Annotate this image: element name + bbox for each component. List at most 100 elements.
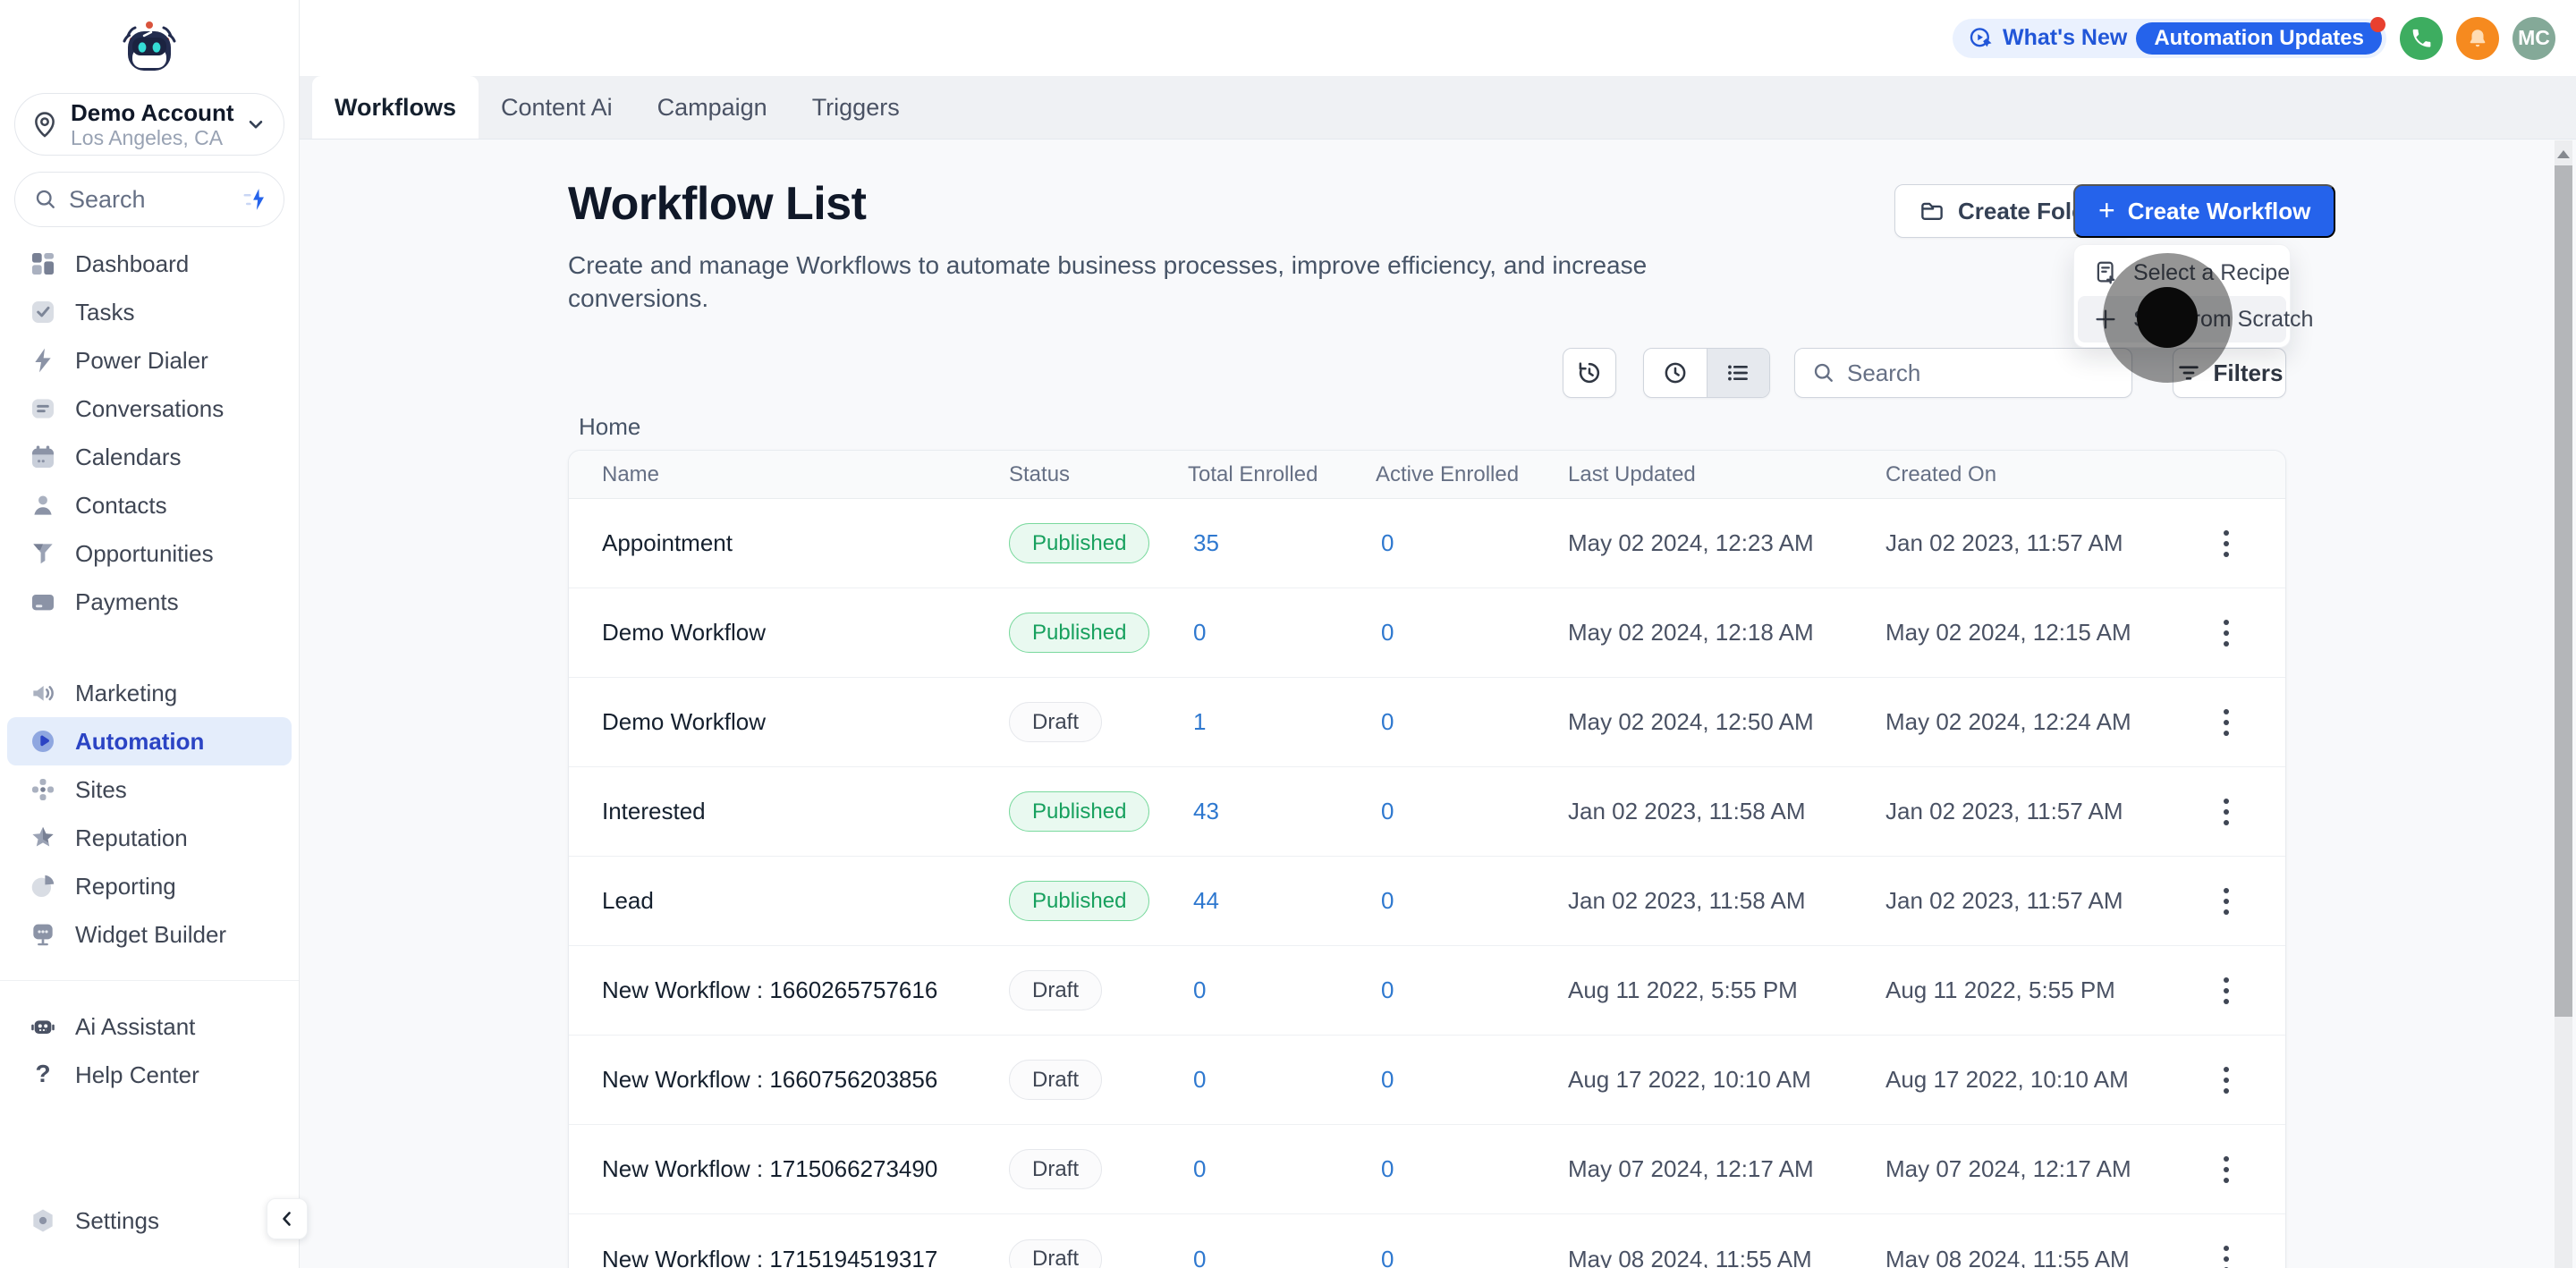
- dropdown-item-start-from-scratch[interactable]: Start from Scratch: [2078, 296, 2286, 342]
- account-selector[interactable]: Demo Account Los Angeles, CA: [14, 93, 284, 156]
- app-logo[interactable]: [0, 16, 299, 80]
- total-enrolled-link[interactable]: 0: [1188, 1066, 1376, 1094]
- active-enrolled-link[interactable]: 0: [1376, 619, 1568, 647]
- sidebar-item-conversations[interactable]: Conversations: [7, 385, 292, 433]
- last-updated-value: May 08 2024, 11:55 AM: [1568, 1246, 1885, 1268]
- dropdown-item-select-a-recipe[interactable]: Select a Recipe: [2078, 249, 2286, 296]
- sidebar-item-opportunities[interactable]: Opportunities: [7, 529, 292, 578]
- table-row[interactable]: Demo Workflow Published 0 0 May 02 2024,…: [569, 588, 2285, 678]
- scrollbar-thumb[interactable]: [2555, 165, 2572, 1017]
- tab-triggers[interactable]: Triggers: [790, 76, 922, 139]
- sidebar-item-sites[interactable]: Sites: [7, 765, 292, 814]
- table-row[interactable]: New Workflow : 1715194519317 Draft 0 0 M…: [569, 1214, 2285, 1268]
- whats-new-button[interactable]: What's New Automation Updates: [1953, 19, 2386, 58]
- execution-logs-button[interactable]: [1563, 348, 1616, 398]
- table-row[interactable]: New Workflow : 1715066273490 Draft 0 0 M…: [569, 1125, 2285, 1214]
- total-enrolled-link[interactable]: 0: [1188, 619, 1376, 647]
- chevron-down-icon: [244, 113, 267, 136]
- total-enrolled-link[interactable]: 35: [1188, 529, 1376, 557]
- sidebar-collapse-button[interactable]: [267, 1198, 308, 1239]
- active-enrolled-link[interactable]: 0: [1376, 529, 1568, 557]
- row-menu-button[interactable]: [2215, 700, 2238, 745]
- row-menu-button[interactable]: [2215, 521, 2238, 566]
- workflow-name[interactable]: New Workflow : 1660756203856: [602, 1066, 1009, 1094]
- row-menu-button[interactable]: [2215, 879, 2238, 924]
- sidebar-search-input[interactable]: [69, 186, 241, 214]
- table-row[interactable]: Interested Published 43 0 Jan 02 2023, 1…: [569, 767, 2285, 857]
- create-workflow-button[interactable]: + Create Workflow: [2073, 184, 2335, 238]
- sidebar-item-marketing[interactable]: Marketing: [7, 669, 292, 717]
- page-scrollbar[interactable]: [2555, 140, 2572, 1268]
- active-enrolled-link[interactable]: 0: [1376, 1155, 1568, 1183]
- sidebar-item-tasks[interactable]: Tasks: [7, 288, 292, 336]
- table-row[interactable]: Lead Published 44 0 Jan 02 2023, 11:58 A…: [569, 857, 2285, 946]
- row-menu-button[interactable]: [2215, 1237, 2238, 1268]
- user-avatar[interactable]: MC: [2512, 17, 2555, 60]
- workflow-name[interactable]: Demo Workflow: [602, 708, 1009, 736]
- workflow-name[interactable]: Demo Workflow: [602, 619, 1009, 647]
- tab-content-ai[interactable]: Content Ai: [479, 76, 635, 139]
- created-on-value: Aug 11 2022, 5:55 PM: [1885, 976, 2194, 1004]
- row-menu-button[interactable]: [2215, 1058, 2238, 1103]
- view-toggle-list[interactable]: [1707, 349, 1770, 397]
- total-enrolled-link[interactable]: 1: [1188, 708, 1376, 736]
- sidebar-item-reputation[interactable]: Reputation: [7, 814, 292, 862]
- workflow-name[interactable]: Appointment: [602, 529, 1009, 557]
- table-row[interactable]: New Workflow : 1660265757616 Draft 0 0 A…: [569, 946, 2285, 1036]
- workflow-name[interactable]: New Workflow : 1660265757616: [602, 976, 1009, 1004]
- total-enrolled-link[interactable]: 44: [1188, 887, 1376, 915]
- notifications-button[interactable]: [2456, 17, 2499, 60]
- view-toggle-history[interactable]: [1644, 349, 1707, 397]
- table-row[interactable]: Demo Workflow Draft 1 0 May 02 2024, 12:…: [569, 678, 2285, 767]
- workflow-name[interactable]: Interested: [602, 798, 1009, 825]
- total-enrolled-link[interactable]: 43: [1188, 798, 1376, 825]
- row-menu-button[interactable]: [2215, 1147, 2238, 1192]
- breadcrumb[interactable]: Home: [579, 413, 640, 441]
- sidebar-item-widget-builder[interactable]: Widget Builder: [7, 910, 292, 959]
- sidebar-item-dashboard[interactable]: Dashboard: [7, 240, 292, 288]
- workflow-search-input[interactable]: [1847, 359, 2115, 387]
- sidebar-item-ai-assistant[interactable]: Ai Assistant: [7, 1002, 292, 1051]
- active-enrolled-link[interactable]: 0: [1376, 976, 1568, 1004]
- table-row[interactable]: New Workflow : 1660756203856 Draft 0 0 A…: [569, 1036, 2285, 1125]
- sidebar-item-calendars[interactable]: Calendars: [7, 433, 292, 481]
- total-enrolled-link[interactable]: 0: [1188, 1246, 1376, 1268]
- active-enrolled-link[interactable]: 0: [1376, 887, 1568, 915]
- sidebar-item-help-center[interactable]: Help Center: [7, 1051, 292, 1099]
- sidebar-item-icon: [29, 588, 57, 616]
- sidebar-item-icon: [29, 394, 57, 423]
- active-enrolled-link[interactable]: 0: [1376, 798, 1568, 825]
- sidebar-item-label: Opportunities: [75, 540, 214, 568]
- column-header-name: Name: [602, 462, 1009, 487]
- active-enrolled-link[interactable]: 0: [1376, 1066, 1568, 1094]
- active-enrolled-link[interactable]: 0: [1376, 1246, 1568, 1268]
- sidebar-item-power-dialer[interactable]: Power Dialer: [7, 336, 292, 385]
- workflow-name[interactable]: Lead: [602, 887, 1009, 915]
- workflow-search[interactable]: [1794, 348, 2132, 398]
- table-row[interactable]: Appointment Published 35 0 May 02 2024, …: [569, 499, 2285, 588]
- sidebar-item-contacts[interactable]: Contacts: [7, 481, 292, 529]
- total-enrolled-link[interactable]: 0: [1188, 1155, 1376, 1183]
- filters-button[interactable]: Filters: [2173, 348, 2286, 398]
- sidebar-search[interactable]: [14, 172, 284, 227]
- status-badge: Published: [1009, 523, 1149, 563]
- workflow-table: Name Status Total Enrolled Active Enroll…: [568, 450, 2286, 1268]
- created-on-value: May 07 2024, 12:17 AM: [1885, 1155, 2194, 1183]
- create-workflow-label: Create Workflow: [2128, 198, 2311, 225]
- row-menu-button[interactable]: [2215, 611, 2238, 655]
- sidebar-item-settings[interactable]: Settings: [7, 1196, 292, 1245]
- active-enrolled-link[interactable]: 0: [1376, 708, 1568, 736]
- sidebar-item-payments[interactable]: Payments: [7, 578, 292, 626]
- automation-updates-badge[interactable]: Automation Updates: [2136, 22, 2382, 55]
- phone-button[interactable]: [2400, 17, 2443, 60]
- row-menu-button[interactable]: [2215, 968, 2238, 1013]
- tab-campaign[interactable]: Campaign: [635, 76, 790, 139]
- workflow-name[interactable]: New Workflow : 1715066273490: [602, 1155, 1009, 1183]
- total-enrolled-link[interactable]: 0: [1188, 976, 1376, 1004]
- sidebar-item-reporting[interactable]: Reporting: [7, 862, 292, 910]
- sidebar-item-automation[interactable]: Automation: [7, 717, 292, 765]
- tab-workflows[interactable]: Workflows: [312, 76, 479, 139]
- scrollbar-up-arrow[interactable]: [2555, 146, 2572, 162]
- row-menu-button[interactable]: [2215, 790, 2238, 834]
- workflow-name[interactable]: New Workflow : 1715194519317: [602, 1246, 1009, 1268]
